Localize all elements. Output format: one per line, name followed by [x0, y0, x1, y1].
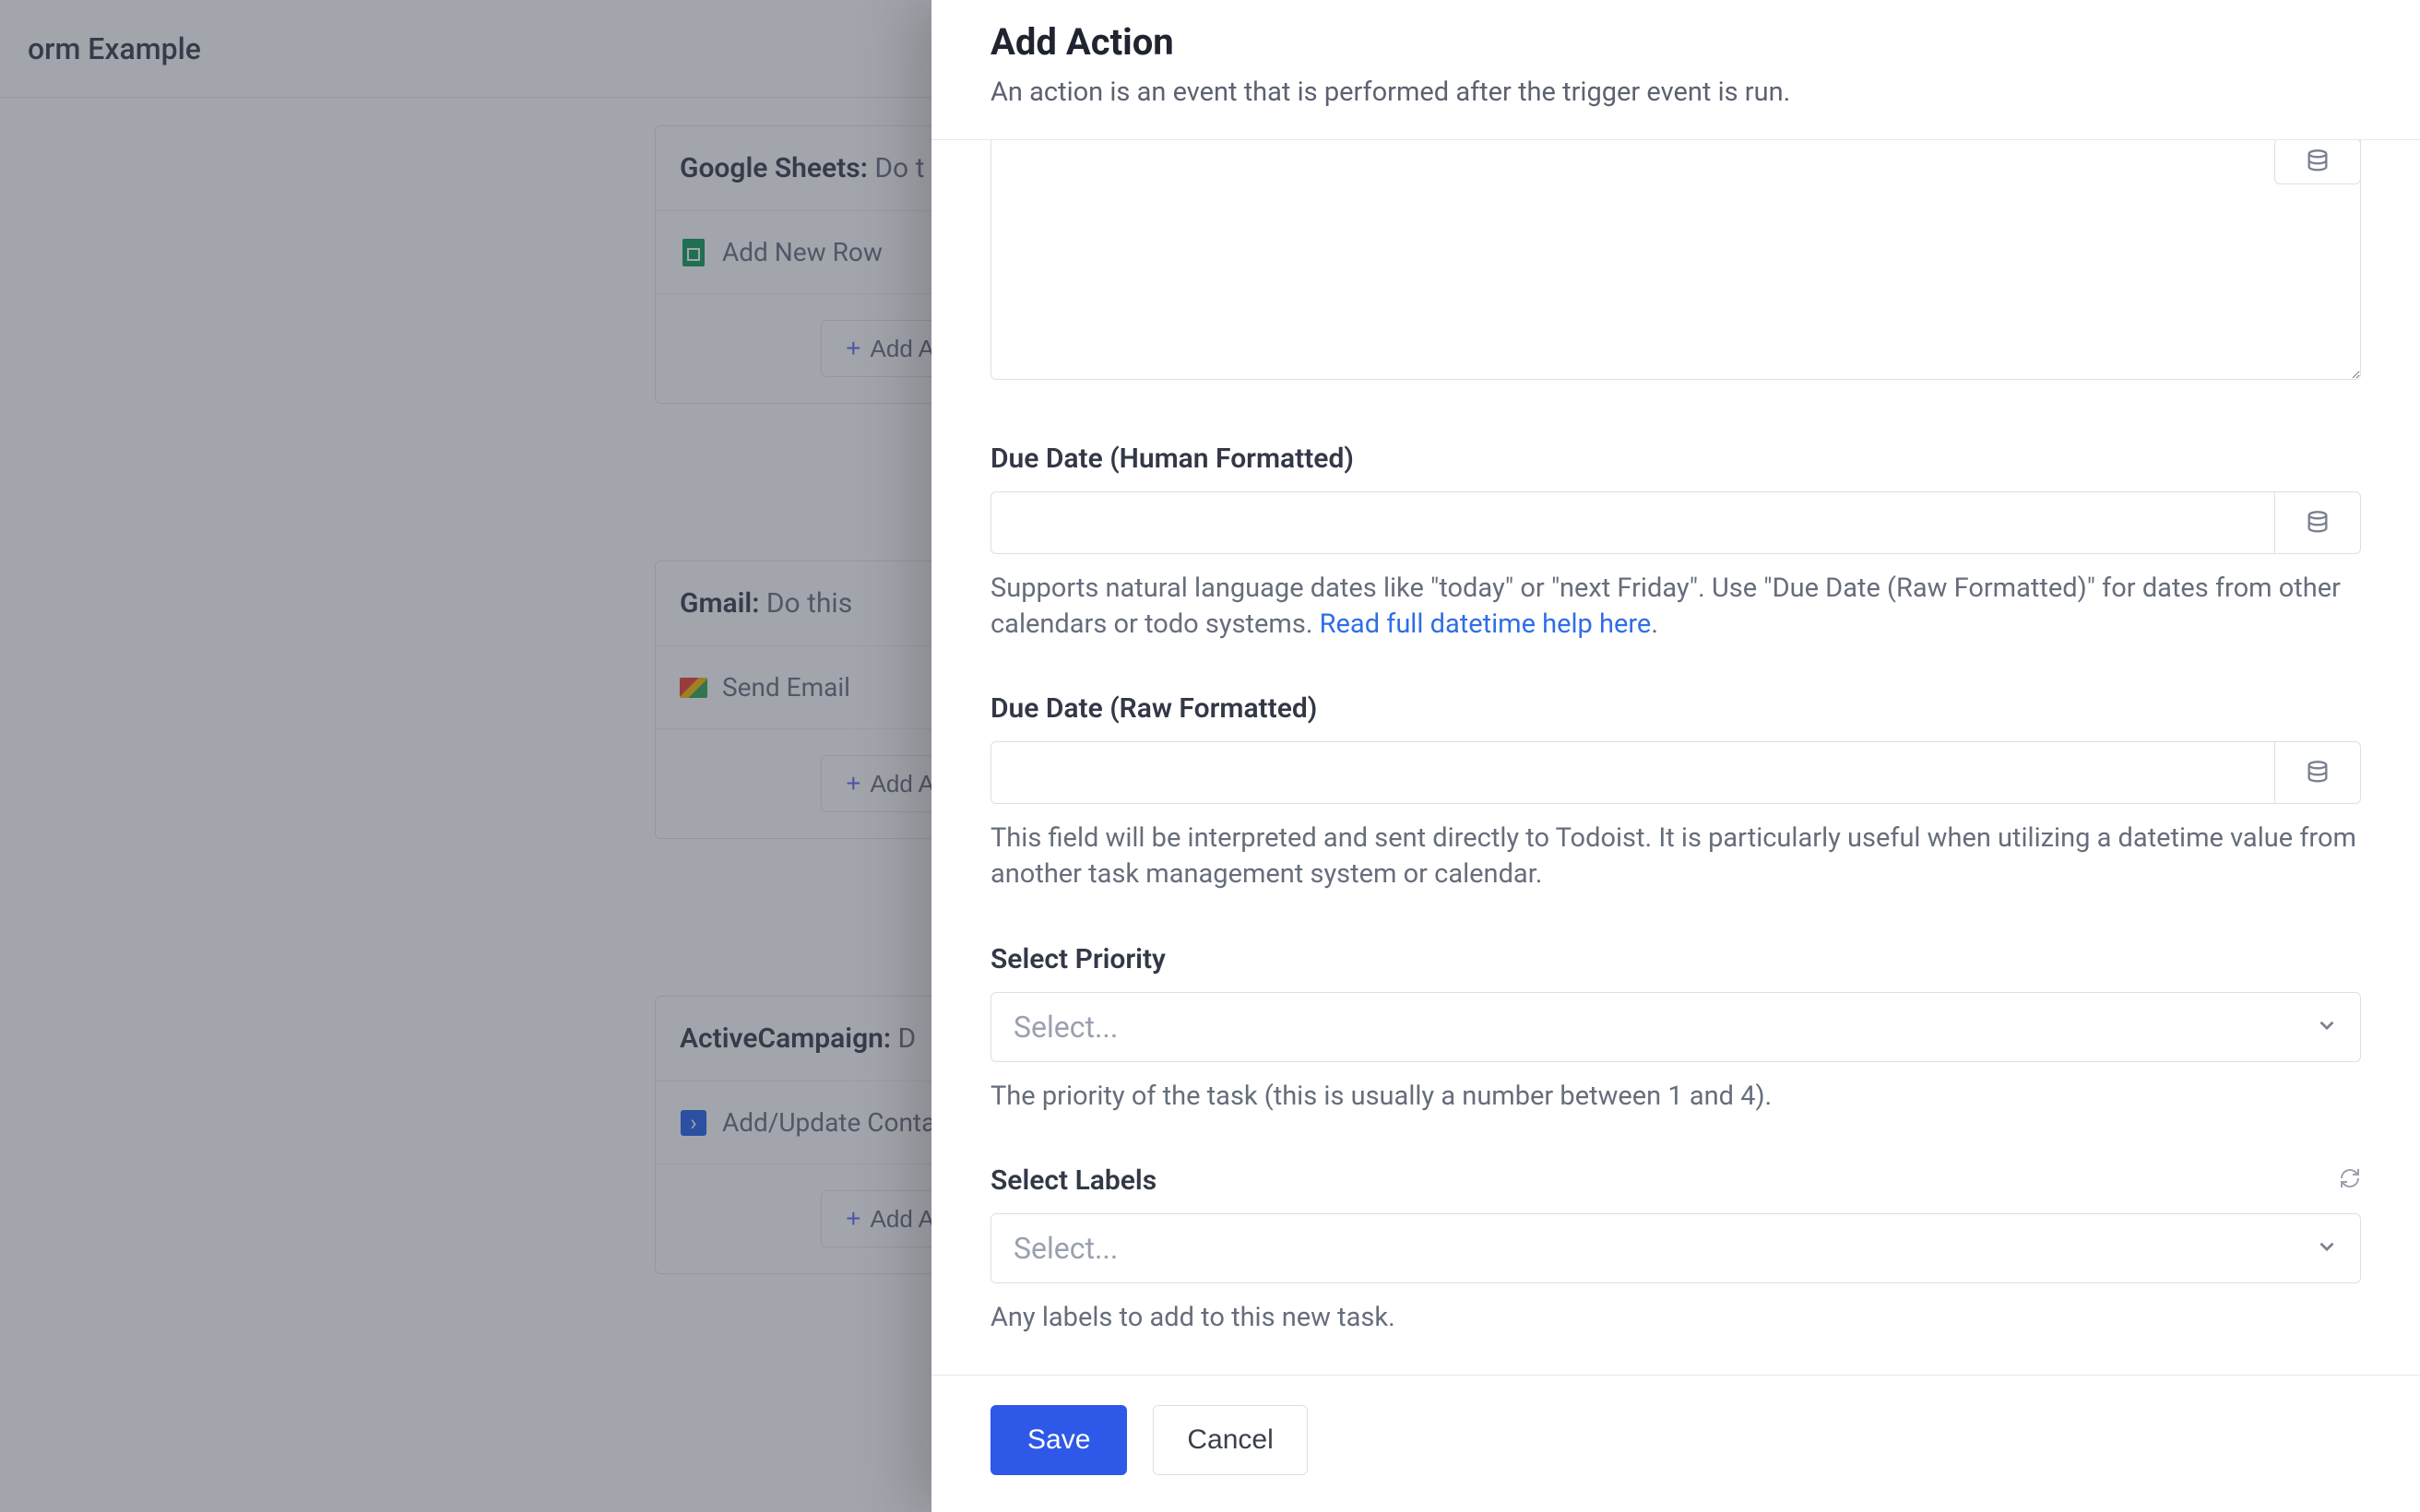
- labels-select[interactable]: Select...: [991, 1213, 2361, 1283]
- insert-data-button[interactable]: [2274, 140, 2361, 184]
- datetime-help-link[interactable]: Read full datetime help here: [1320, 608, 1652, 640]
- note-textarea[interactable]: [991, 140, 2361, 380]
- field-due-date-human: Due Date (Human Formatted) Supports natu…: [991, 443, 2361, 643]
- refresh-icon[interactable]: [2339, 1167, 2361, 1193]
- insert-data-button[interactable]: [2274, 741, 2361, 804]
- database-icon: [2305, 760, 2331, 786]
- field-label: Due Date (Raw Formatted): [991, 692, 1317, 725]
- field-help: Any labels to add to this new task.: [991, 1300, 2361, 1336]
- panel-footer: Save Cancel: [931, 1375, 2420, 1512]
- cancel-button[interactable]: Cancel: [1153, 1405, 1307, 1475]
- database-icon: [2305, 510, 2331, 536]
- insert-data-button[interactable]: [2274, 491, 2361, 554]
- field-label: Due Date (Human Formatted): [991, 443, 1354, 475]
- field-labels: Select Labels Select... Any labels to ad…: [991, 1164, 2361, 1336]
- due-date-human-input[interactable]: [991, 491, 2274, 554]
- field-label: Select Priority: [991, 943, 1166, 975]
- panel-subtitle: An action is an event that is performed …: [991, 77, 2361, 108]
- save-button[interactable]: Save: [991, 1405, 1127, 1475]
- database-icon: [2305, 148, 2331, 174]
- panel-header: Add Action An action is an event that is…: [931, 0, 2420, 140]
- field-help: This field will be interpreted and sent …: [991, 821, 2361, 892]
- panel-body: Due Date (Human Formatted) Supports natu…: [931, 140, 2420, 1375]
- field-label: Select Labels: [991, 1164, 1157, 1197]
- panel-title: Add Action: [991, 20, 2361, 64]
- note-textarea-wrap: [991, 140, 2361, 384]
- due-date-raw-input[interactable]: [991, 741, 2274, 804]
- help-text-after: .: [1651, 608, 1658, 640]
- field-help: The priority of the task (this is usuall…: [991, 1079, 2361, 1115]
- field-due-date-raw: Due Date (Raw Formatted) This field will…: [991, 692, 2361, 892]
- add-action-panel: Add Action An action is an event that is…: [931, 0, 2420, 1512]
- field-priority: Select Priority Select... The priority o…: [991, 943, 2361, 1115]
- field-help: Supports natural language dates like "to…: [991, 571, 2361, 643]
- help-text-before: Supports natural language dates like "to…: [991, 573, 2341, 640]
- priority-select[interactable]: Select...: [991, 992, 2361, 1062]
